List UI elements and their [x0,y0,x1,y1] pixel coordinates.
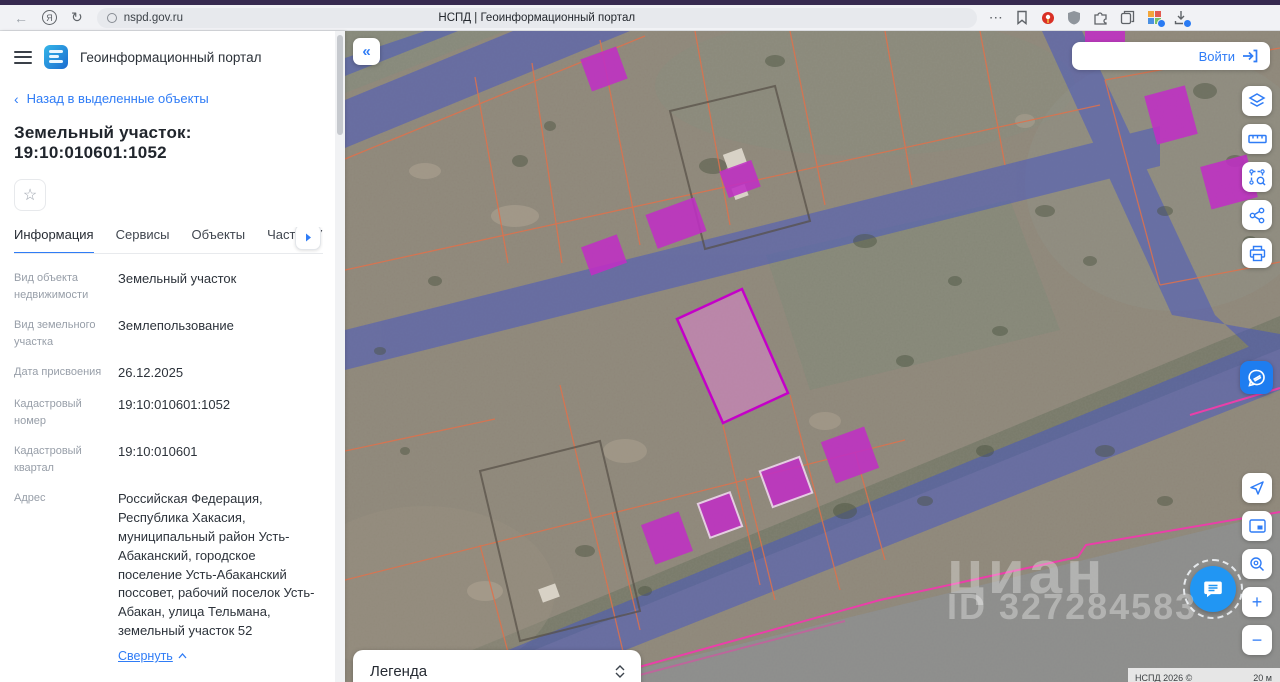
panorama-bubble-icon [1247,369,1265,387]
scrollbar-thumb[interactable] [337,35,343,135]
attribution-text: НСПД 2026 © [1135,673,1193,682]
tab-information[interactable]: Информация [14,227,94,253]
measure-button[interactable] [1242,124,1272,154]
puzzle-extension-icon[interactable] [1093,10,1108,25]
field-row: Вид земельного участка Землепользование [14,317,323,351]
downloads-badge [1182,19,1192,28]
favorite-button[interactable]: ☆ [14,179,46,211]
field-value: Земельный участок [118,271,237,286]
map-attribution: НСПД 2026 © 20 м [1128,668,1280,682]
minus-icon: − [1251,629,1263,650]
bookmark-icon[interactable] [1015,10,1029,25]
ruler-icon [1247,134,1267,144]
yandex-icon[interactable]: Я [42,10,57,25]
pin-extension-icon[interactable] [1041,11,1055,25]
back-link-label: Назад в выделенные объекты [26,91,209,106]
downloads-icon[interactable] [1174,10,1192,28]
field-label: Вид объекта недвижимости [14,272,89,302]
collapse-address-link[interactable]: Свернуть [118,647,187,665]
locate-button[interactable] [1242,473,1272,503]
legend-expand-icon[interactable] [615,657,625,678]
parcel-title: Земельный участок: 19:10:010601:1052 [14,123,192,162]
tab-bar: Информация Сервисы Объекты Части ЗУ Сост… [14,227,323,254]
field-row: Вид объекта недвижимости Земельный участ… [14,270,323,304]
chat-bubble-icon [1204,581,1222,598]
chat-button[interactable] [1190,566,1236,612]
back-to-selected-link[interactable]: ‹ Назад в выделенные объекты [14,91,323,106]
legend-panel[interactable]: Легенда [353,650,641,682]
sidebar-scrollbar[interactable] [335,31,345,682]
legend-label: Легенда [370,662,428,680]
area-select-icon [1249,169,1266,186]
field-label: Адрес [14,492,46,505]
zoom-in-button[interactable]: + [1242,587,1272,617]
login-label: Войти [1198,48,1235,64]
sync-badge [1156,19,1166,28]
layers-button[interactable] [1242,86,1272,116]
field-row: Кадастровый номер 19:10:010601:1052 [14,396,323,430]
satellite-map-image[interactable] [345,31,1280,682]
field-row: Кадастровый квартал 19:10:010601 [14,443,323,477]
back-icon[interactable]: ← [14,10,28,26]
page-title: НСПД | Геоинформационный портал [438,11,636,24]
tabs-scroll-right-button[interactable] [295,227,321,250]
field-label: Кадастровый квартал [14,445,82,475]
browser-toolbar: ← Я ↻ nspd.gov.ru НСПД | Геоинформационн… [0,5,1280,31]
scale-label: 20 м [1253,673,1272,682]
address-value: Российская Федерация, Республика Хакасия… [118,491,315,639]
sidebar-collapse-button[interactable]: « [353,38,380,65]
area-select-button[interactable] [1242,162,1272,192]
field-label: Вид земельного участка [14,319,96,349]
address-bar[interactable]: nspd.gov.ru НСПД | Геоинформационный пор… [96,7,977,28]
noise-texture [345,31,1280,682]
zoom-out-button[interactable]: − [1242,625,1272,655]
share-icon [1249,207,1265,223]
field-row: Дата присвоения 26.12.2025 [14,364,323,383]
chevron-left-icon: ‹ [14,90,19,107]
field-label: Дата присвоения [14,366,102,379]
login-button[interactable]: Войти [1072,42,1270,70]
field-value: 19:10:010601:1052 [118,397,231,413]
portal-logo [44,45,68,69]
share-button[interactable] [1242,200,1272,230]
field-value: 19:10:010601 [118,444,198,460]
shield-extension-icon[interactable] [1067,10,1081,25]
chevron-up-icon [178,653,187,659]
tab-services[interactable]: Сервисы [116,227,170,253]
collections-icon[interactable] [1120,10,1135,25]
plus-icon: + [1251,591,1263,612]
location-arrow-icon [1250,481,1264,495]
sync-icon[interactable] [1147,10,1166,28]
login-arrow-icon [1243,49,1258,63]
info-sidebar: Геоинформационный портал ‹ Назад в выдел… [0,31,345,682]
field-list: Вид объекта недвижимости Земельный участ… [14,270,323,682]
triangle-right-icon [305,233,311,241]
refresh-icon[interactable]: ↻ [71,9,83,26]
minimap-icon [1248,519,1266,533]
field-value: 26.12.2025 [118,365,184,381]
menu-icon[interactable] [14,50,32,64]
map-canvas[interactable]: « Войти + − циан ID 327284583 Легенда НС… [345,31,1280,682]
layers-icon [1248,93,1266,107]
panorama-button[interactable] [1240,361,1273,394]
tab-objects[interactable]: Объекты [191,227,245,253]
field-row-address: Адрес Российская Федерация, Республика Х… [14,490,323,666]
site-globe-icon [106,12,117,23]
search-location-icon [1250,557,1265,572]
minimap-button[interactable] [1242,511,1272,541]
more-icon[interactable]: ⋯ [989,9,1003,26]
search-coordinates-button[interactable] [1242,549,1272,579]
field-label: Кадастровый номер [14,398,82,428]
screen: ← Я ↻ nspd.gov.ru НСПД | Геоинформационн… [0,0,1280,682]
field-value: Землепользование [118,318,234,334]
collapse-label: Свернуть [118,648,173,663]
portal-title: Геоинформационный портал [80,49,262,65]
star-icon: ☆ [22,187,38,204]
url-text: nspd.gov.ru [123,11,183,24]
printer-icon [1249,245,1265,261]
print-button[interactable] [1242,238,1272,268]
